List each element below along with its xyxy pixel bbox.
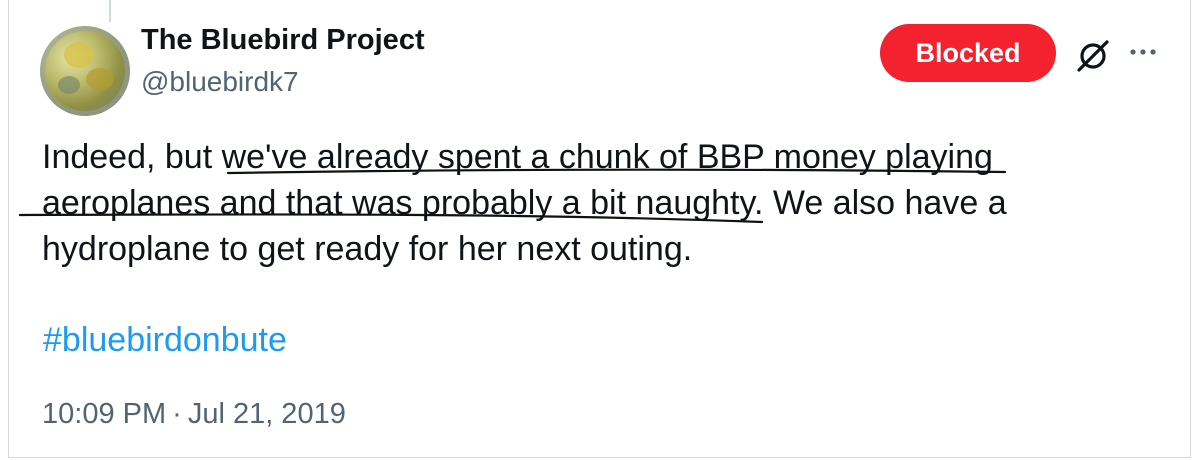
tweet-date[interactable]: Jul 21, 2019 [188,398,346,430]
meta-separator: · [172,398,182,430]
tweet-text: Indeed, but we've already spent a chunk … [42,138,1007,268]
more-options-icon[interactable] [1128,46,1158,58]
avatar-rim [40,26,130,116]
blocked-button[interactable]: Blocked [880,24,1056,82]
thread-connector-line [109,0,111,22]
tweet-timestamp: 10:09 PM · Jul 21, 2019 [42,398,346,431]
author-handle[interactable]: @bluebirdk7 [141,66,299,98]
tweet-time[interactable]: 10:09 PM [42,398,166,430]
hashtag-link[interactable]: #bluebirdonbute [43,321,287,360]
author-name[interactable]: The Bluebird Project [141,24,425,57]
grok-icon[interactable] [1075,38,1111,74]
avatar[interactable] [40,26,130,116]
